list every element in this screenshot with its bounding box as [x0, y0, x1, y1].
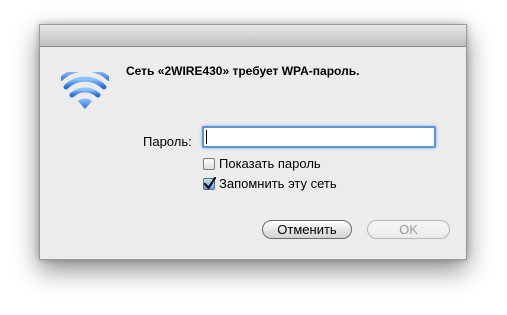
dialog-message: Сеть «2WIRE430» требует WPA-пароль.	[126, 64, 360, 78]
text-caret	[206, 130, 207, 144]
password-field[interactable]	[202, 126, 436, 148]
checkmark-icon	[203, 176, 217, 189]
wifi-icon	[59, 67, 111, 112]
remember-network-label: Запомнить эту сеть	[219, 176, 337, 191]
remember-network-checkbox[interactable]: Запомнить эту сеть	[203, 176, 337, 191]
window-titlebar[interactable]	[40, 25, 466, 47]
remember-network-box[interactable]	[203, 176, 217, 190]
cancel-button[interactable]: Отменить	[262, 220, 352, 239]
password-label: Пароль:	[143, 134, 192, 149]
wpa-password-dialog: Сеть «2WIRE430» требует WPA-пароль. Паро…	[39, 24, 467, 260]
ok-button[interactable]: OK	[367, 220, 450, 239]
show-password-label: Показать пароль	[219, 156, 321, 171]
show-password-box[interactable]	[203, 157, 215, 170]
show-password-checkbox[interactable]: Показать пароль	[203, 156, 321, 171]
